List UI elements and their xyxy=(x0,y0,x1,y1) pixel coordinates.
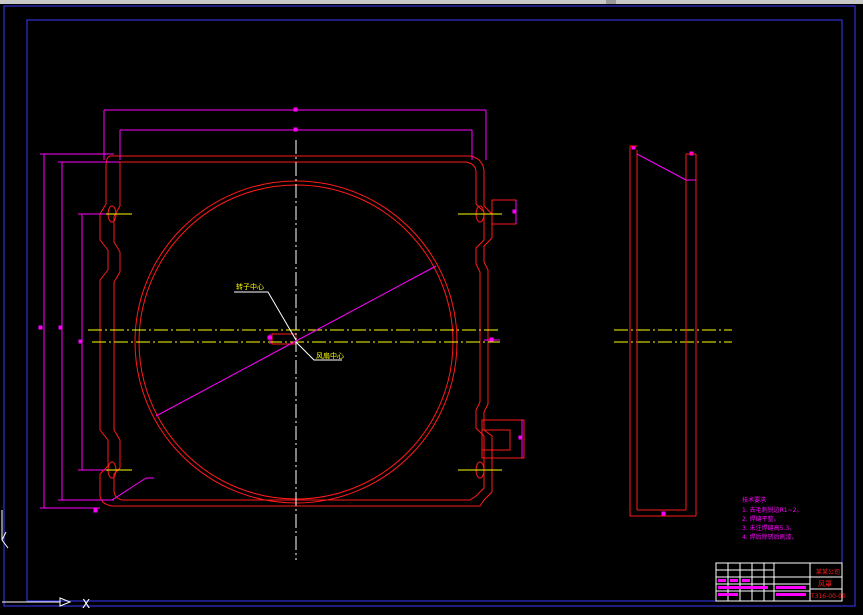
drawing-canvas[interactable]: 转子中心 风扇中心 技术要求 1. 去毛刺锐边R1~2。 2. 焊缝平整。 3.… xyxy=(0,4,863,615)
title-part-name: 风罩 xyxy=(818,580,832,588)
dimensions xyxy=(38,107,694,516)
centerlines xyxy=(88,329,732,343)
note-line-4: 4. 焊后除锈后刷漆。 xyxy=(742,533,798,541)
inner-border xyxy=(26,19,843,602)
note-line-2: 2. 焊缝平整。 xyxy=(742,515,780,523)
side-view xyxy=(629,145,697,517)
housing-inner-outline xyxy=(113,161,485,501)
notes-heading: 技术要求 xyxy=(742,496,766,504)
title-block-fills xyxy=(718,579,806,596)
callout-rotor-center: 转子中心 xyxy=(236,282,264,291)
technical-notes: 技术要求 1. 去毛刺锐边R1~2。 2. 焊缝平整。 3. 未注焊缝高5.3。… xyxy=(742,496,802,541)
front-view xyxy=(99,155,525,507)
ucs-x-label: X xyxy=(82,597,90,611)
ucs-icon xyxy=(1,510,72,607)
note-line-3: 3. 未注焊缝高5.3。 xyxy=(742,524,795,532)
mount-tab-bottom-right xyxy=(481,419,525,459)
title-company: 某某公司 xyxy=(816,569,840,576)
cad-viewport[interactable]: 转子中心 风扇中心 技术要求 1. 去毛刺锐边R1~2。 2. 焊缝平整。 3.… xyxy=(0,4,863,615)
mount-tab-inner xyxy=(481,429,511,451)
callout-fan-center: 风扇中心 xyxy=(316,351,344,360)
title-drawing-no: T316-00-00 xyxy=(810,593,846,600)
callout-leaders xyxy=(234,291,342,361)
outer-border xyxy=(3,5,856,607)
mount-tab-top-right xyxy=(491,199,517,225)
note-line-1: 1. 去毛刺锐边R1~2。 xyxy=(742,506,802,514)
